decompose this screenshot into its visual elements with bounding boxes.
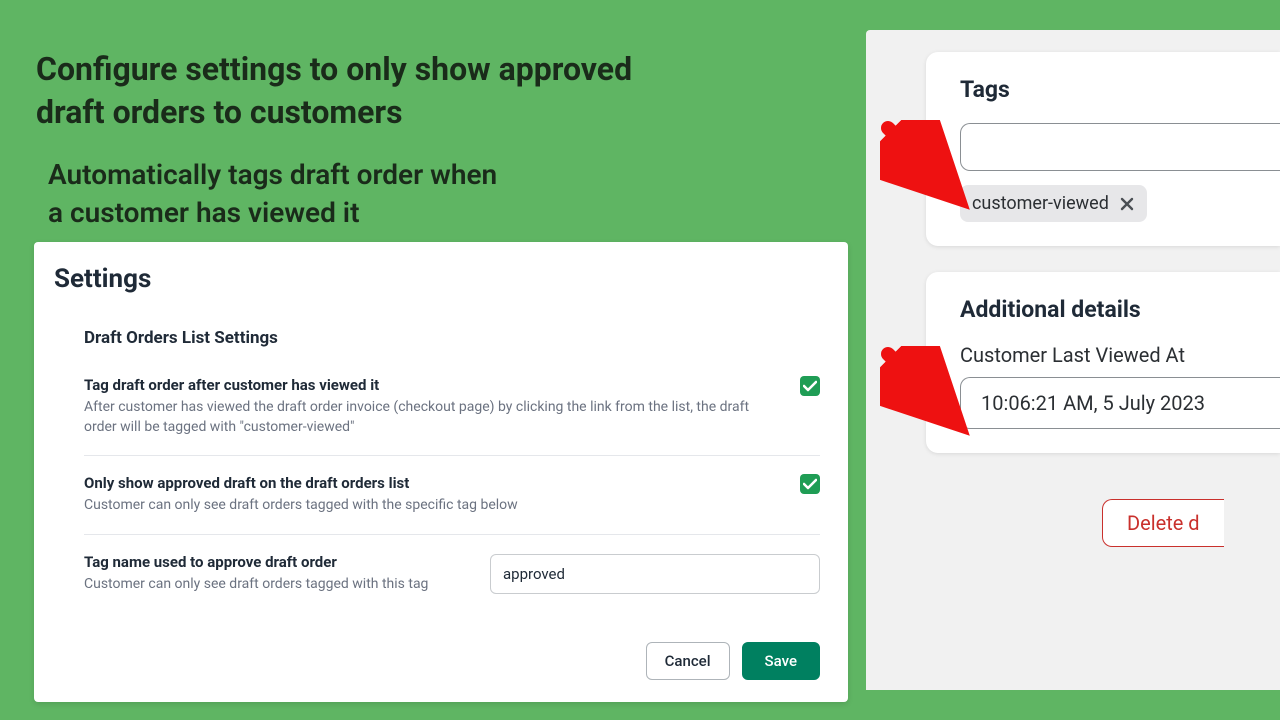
tags-title: Tags [960,76,1280,103]
setting-only-approved: Only show approved draft on the draft or… [84,474,820,535]
right-column: Tags customer-viewed Additional details … [866,30,1280,690]
setting-label: Tag name used to approve draft order [84,553,464,571]
last-viewed-field[interactable]: 10:06:21 AM, 5 July 2023 [960,377,1280,429]
settings-buttons: Cancel Save [54,642,820,680]
tags-input[interactable] [960,123,1280,171]
settings-card: Settings Draft Orders List Settings Tag … [34,242,848,702]
setting-help: Customer can only see draft orders tagge… [84,575,464,595]
subhead-line1: Automatically tags draft order when [48,158,497,191]
delete-button[interactable]: Delete d [1102,499,1224,547]
chip-label: customer-viewed [972,193,1109,214]
settings-title: Settings [54,264,820,294]
setting-tag-name: Tag name used to approve draft order Cus… [84,553,820,613]
setting-help: Customer can only see draft orders tagge… [84,496,774,516]
tag-name-value: approved [503,565,565,583]
checkbox-only-approved[interactable] [800,474,820,494]
headline: Configure settings to only show approved… [36,48,632,134]
setting-label: Only show approved draft on the draft or… [84,474,774,492]
headline-line1: Configure settings to only show approved [36,50,632,88]
setting-help: After customer has viewed the draft orde… [84,398,774,437]
details-title: Additional details [960,296,1280,323]
subhead: Automatically tags draft order when a cu… [48,156,497,232]
additional-details-panel: Additional details Customer Last Viewed … [926,272,1280,453]
cancel-button[interactable]: Cancel [646,642,730,680]
setting-tag-after-view: Tag draft order after customer has viewe… [84,376,820,456]
subhead-line2: a customer has viewed it [48,196,359,229]
section-title: Draft Orders List Settings [84,328,820,348]
last-viewed-label: Customer Last Viewed At [960,343,1280,367]
tag-name-input[interactable]: approved [490,554,820,594]
tags-panel: Tags customer-viewed [926,52,1280,246]
check-icon [803,478,817,490]
save-button[interactable]: Save [742,642,820,680]
close-icon[interactable] [1119,196,1135,212]
headline-line2: draft orders to customers [36,93,403,131]
tag-chip-customer-viewed[interactable]: customer-viewed [960,185,1147,222]
check-icon [803,380,817,392]
checkbox-tag-after-view[interactable] [800,376,820,396]
last-viewed-value: 10:06:21 AM, 5 July 2023 [981,391,1205,415]
setting-label: Tag draft order after customer has viewe… [84,376,774,394]
